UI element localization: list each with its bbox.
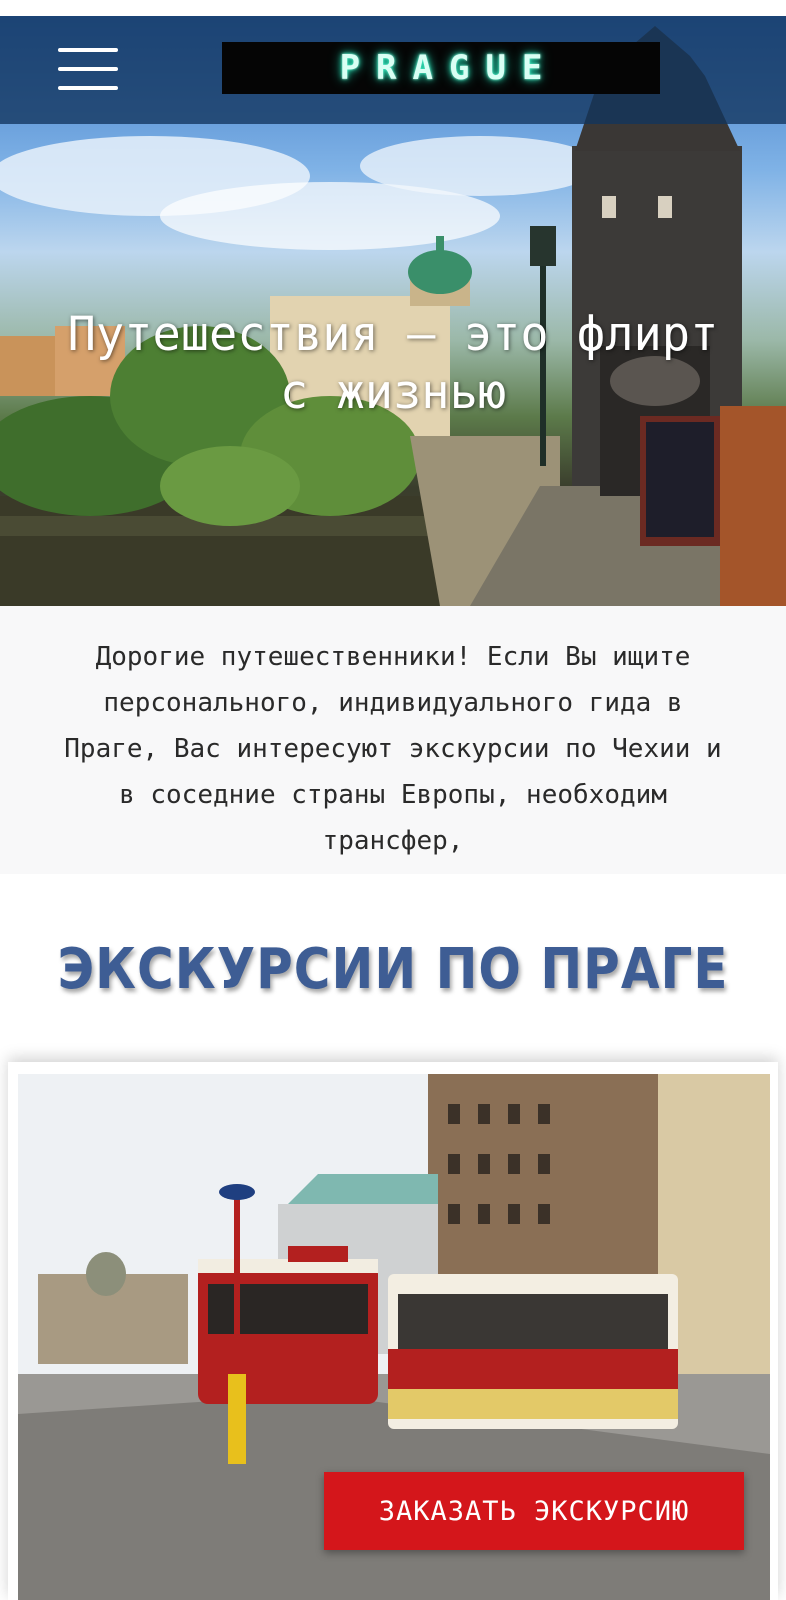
menu-line	[58, 86, 118, 90]
order-tour-button[interactable]: ЗАКАЗАТЬ ЭКСКУРСИЮ	[324, 1472, 744, 1550]
menu-line	[58, 67, 118, 71]
intro-paragraph: Дорогие путешественники! Если Вы ищите п…	[64, 642, 722, 856]
tour-card: ЗАКАЗАТЬ ЭКСКУРСИЮ	[8, 1062, 778, 1600]
hamburger-menu-icon[interactable]	[56, 46, 122, 94]
site-logo[interactable]: PRAGUE	[222, 42, 660, 94]
hero-title: Путешествия – это флирт с жизнью	[67, 307, 719, 420]
menu-line	[58, 48, 118, 52]
tours-section-title: ЭКСКУРСИИ ПО ПРАГЕ	[57, 936, 729, 1002]
top-navigation-bar: PRAGUE	[0, 16, 786, 124]
hero-banner: PRAGUE Путешествия – это флирт с жизнью	[0, 16, 786, 606]
intro-section: Дорогие путешественники! Если Вы ищите п…	[0, 606, 786, 874]
logo-text: PRAGUE	[339, 48, 559, 88]
tour-card-image: ЗАКАЗАТЬ ЭКСКУРСИЮ	[18, 1074, 770, 1600]
